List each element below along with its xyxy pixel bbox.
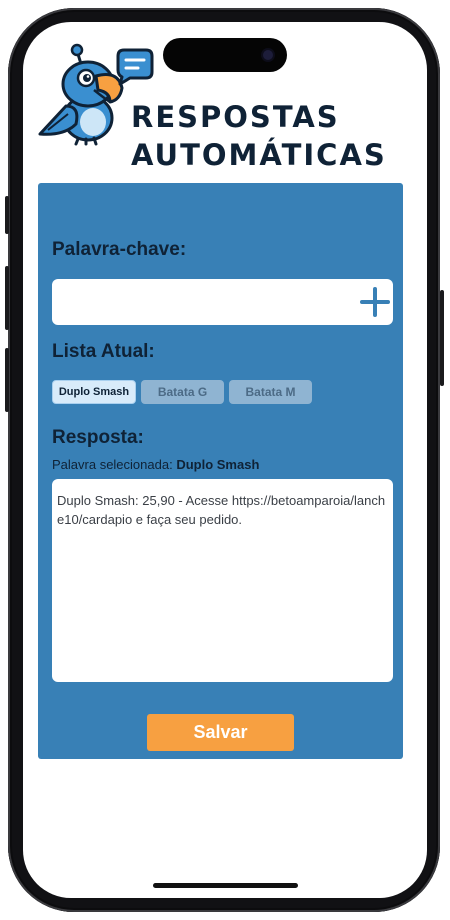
volume-up-button bbox=[5, 266, 9, 330]
save-button[interactable]: Salvar bbox=[147, 714, 294, 751]
keyword-label: Palavra-chave: bbox=[52, 239, 187, 260]
auto-reply-panel: Palavra-chave: Lista Atual: Duplo Smash … bbox=[38, 183, 403, 759]
page-title-line-1: Respostas bbox=[131, 100, 340, 134]
action-button bbox=[5, 196, 9, 234]
page-title-line-2: Automáticas bbox=[131, 138, 387, 172]
keyword-chip-batata-g[interactable]: Batata G bbox=[141, 380, 224, 404]
response-label: Resposta: bbox=[52, 427, 144, 448]
keyword-list: Duplo Smash Batata G Batata M bbox=[52, 380, 312, 404]
response-textarea[interactable]: Duplo Smash: 25,90 - Acesse https://beto… bbox=[52, 479, 393, 682]
selected-keyword-line: Palavra selecionada: Duplo Smash bbox=[52, 457, 259, 472]
keyword-chip-duplo-smash[interactable]: Duplo Smash bbox=[52, 380, 136, 404]
home-indicator[interactable] bbox=[153, 883, 298, 888]
keyword-input[interactable] bbox=[52, 279, 393, 325]
page-title: Respostas Automáticas bbox=[131, 98, 387, 174]
volume-down-button bbox=[5, 348, 9, 412]
selected-keyword-value: Duplo Smash bbox=[176, 457, 260, 472]
selected-keyword-prefix: Palavra selecionada: bbox=[52, 457, 173, 472]
power-button bbox=[440, 290, 444, 386]
keyword-chip-batata-m[interactable]: Batata M bbox=[229, 380, 312, 404]
camera-icon bbox=[263, 50, 273, 60]
current-list-label: Lista Atual: bbox=[52, 341, 155, 362]
plus-icon[interactable] bbox=[358, 285, 392, 319]
